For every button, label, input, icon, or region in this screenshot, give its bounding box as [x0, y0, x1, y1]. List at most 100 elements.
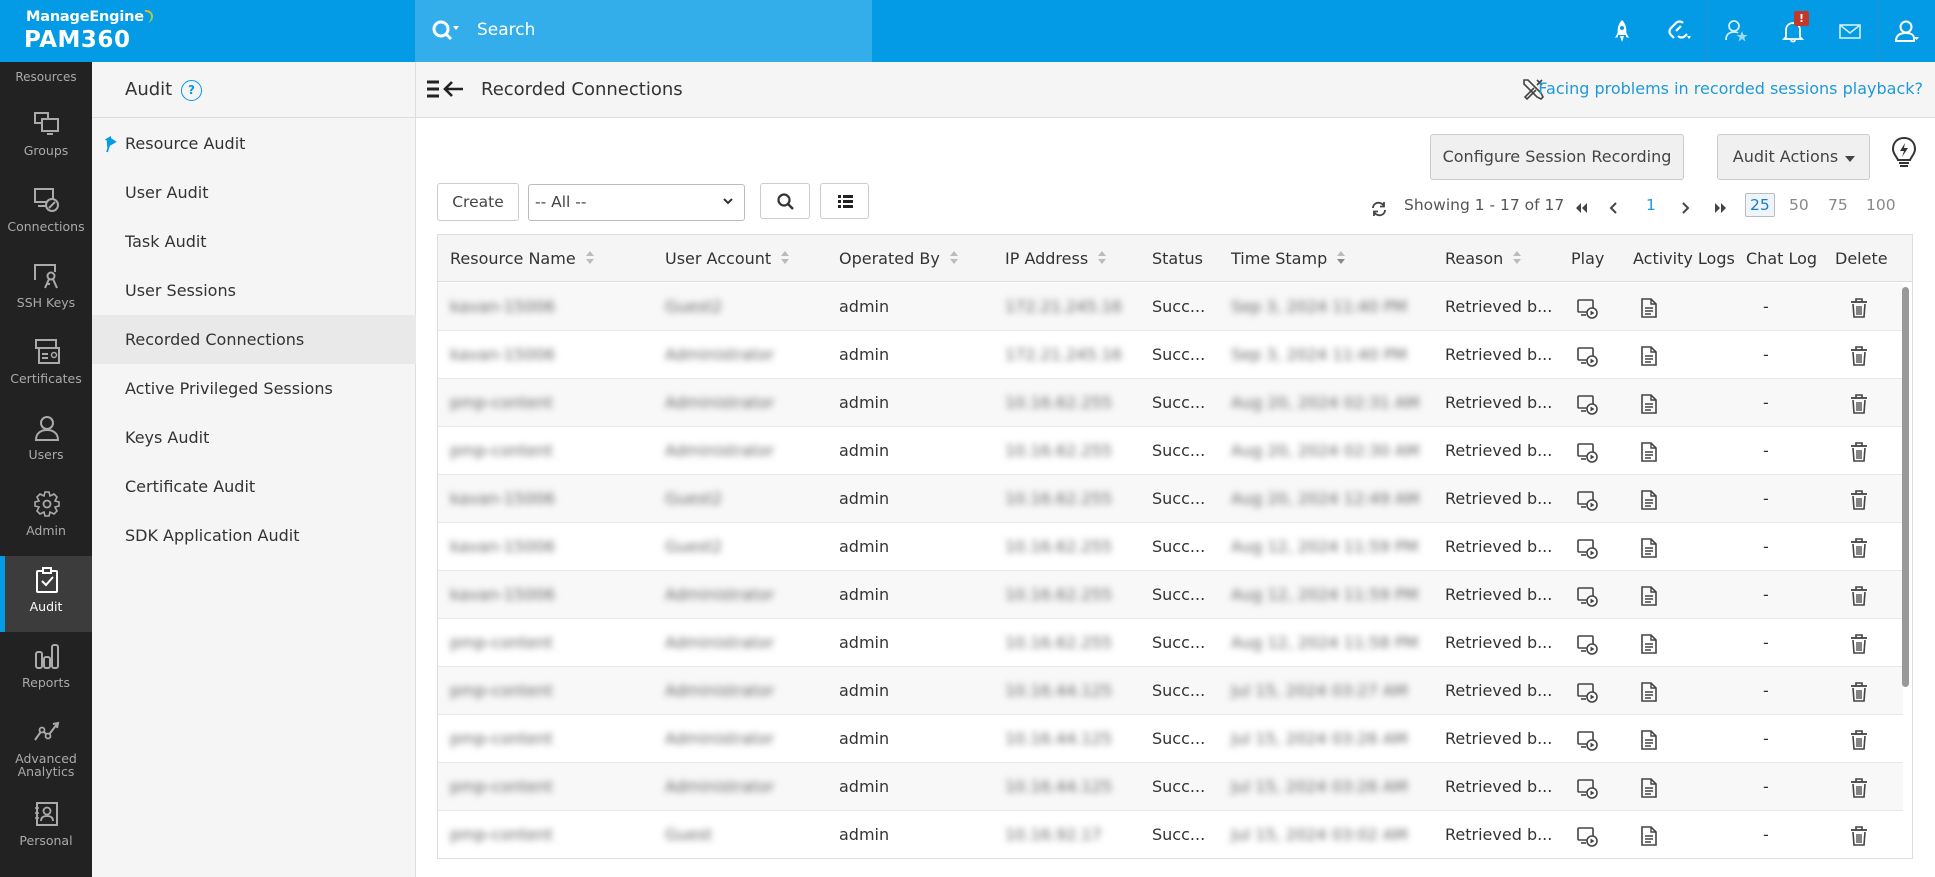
- favorites-button[interactable]: [1707, 0, 1764, 62]
- activity-log-icon[interactable]: [1638, 777, 1660, 799]
- subnav-item-recorded-connections[interactable]: Recorded Connections: [92, 315, 416, 364]
- activity-log-icon[interactable]: [1638, 585, 1660, 607]
- subnav-item-sdk-application-audit[interactable]: SDK Application Audit: [92, 511, 416, 560]
- delete-icon[interactable]: [1848, 777, 1870, 799]
- delete-icon[interactable]: [1848, 729, 1870, 751]
- search-icon[interactable]: [431, 18, 461, 44]
- play-recording-icon[interactable]: [1576, 825, 1598, 847]
- play-recording-icon[interactable]: [1576, 585, 1598, 607]
- play-recording-icon[interactable]: [1576, 633, 1598, 655]
- user-profile-button[interactable]: [1878, 0, 1935, 62]
- delete-icon[interactable]: [1848, 441, 1870, 463]
- cell-activity-logs[interactable]: [1638, 523, 1660, 570]
- cell-activity-logs[interactable]: [1638, 763, 1660, 810]
- cell-play[interactable]: [1576, 523, 1598, 570]
- collapse-sidebar-icon[interactable]: [425, 78, 467, 100]
- search-button[interactable]: [760, 183, 810, 219]
- page-size-25[interactable]: 25: [1745, 193, 1775, 217]
- play-recording-icon[interactable]: [1576, 297, 1598, 319]
- messages-button[interactable]: [1821, 0, 1878, 62]
- nav-item-groups[interactable]: Groups: [0, 100, 92, 176]
- cell-activity-logs[interactable]: [1638, 619, 1660, 666]
- delete-icon[interactable]: [1848, 393, 1870, 415]
- cell-delete[interactable]: [1848, 715, 1870, 762]
- subnav-item-task-audit[interactable]: Task Audit: [92, 217, 416, 266]
- delete-icon[interactable]: [1848, 681, 1870, 703]
- notifications-button[interactable]: !: [1764, 0, 1821, 62]
- table-row[interactable]: kavan-15006 Guest2 admin 172.21.245.16 Succ.…: [438, 283, 1903, 331]
- play-recording-icon[interactable]: [1576, 393, 1598, 415]
- play-recording-icon[interactable]: [1576, 441, 1598, 463]
- lightbulb-icon[interactable]: [1890, 136, 1918, 170]
- delete-icon[interactable]: [1848, 489, 1870, 511]
- cell-play[interactable]: [1576, 571, 1598, 618]
- page-size-100[interactable]: 100: [1866, 196, 1896, 214]
- cell-delete[interactable]: [1848, 763, 1870, 810]
- table-scrollbar[interactable]: [1902, 287, 1909, 687]
- nav-item-ssh-keys[interactable]: SSH Keys: [0, 252, 92, 328]
- activity-log-icon[interactable]: [1638, 393, 1660, 415]
- cell-activity-logs[interactable]: [1638, 283, 1660, 330]
- next-page-icon[interactable]: [1676, 199, 1694, 217]
- cell-play[interactable]: [1576, 427, 1598, 474]
- help-icon[interactable]: ?: [181, 80, 202, 101]
- prev-page-icon[interactable]: [1605, 199, 1623, 217]
- cell-delete[interactable]: [1848, 667, 1870, 714]
- play-recording-icon[interactable]: [1576, 681, 1598, 703]
- activity-log-icon[interactable]: [1638, 825, 1660, 847]
- subnav-item-certificate-audit[interactable]: Certificate Audit: [92, 462, 416, 511]
- current-page[interactable]: 1: [1646, 196, 1656, 214]
- pin-icon[interactable]: [104, 136, 119, 153]
- table-row[interactable]: pmp-content Administrator admin 10.16.44.12…: [438, 667, 1903, 715]
- column-header-operated-by[interactable]: Operated By: [839, 235, 958, 282]
- subnav-item-user-sessions[interactable]: User Sessions: [92, 266, 416, 315]
- activity-log-icon[interactable]: [1638, 633, 1660, 655]
- cell-delete[interactable]: [1848, 379, 1870, 426]
- table-row[interactable]: pmp-content Guest admin 10.16.92.17 Succ... J…: [438, 811, 1903, 858]
- cell-delete[interactable]: [1848, 475, 1870, 522]
- play-recording-icon[interactable]: [1576, 537, 1598, 559]
- activity-log-icon[interactable]: [1638, 441, 1660, 463]
- nav-item-resources[interactable]: Resources: [0, 70, 92, 84]
- nav-item-reports[interactable]: Reports: [0, 632, 92, 708]
- page-size-50[interactable]: 50: [1789, 196, 1809, 214]
- table-row[interactable]: kavan-15006 Administrator admin 10.16.62.25…: [438, 571, 1903, 619]
- cell-delete[interactable]: [1848, 619, 1870, 666]
- cell-activity-logs[interactable]: [1638, 427, 1660, 474]
- filter-select[interactable]: -- All --: [528, 184, 745, 221]
- table-row[interactable]: pmp-content Administrator admin 10.16.62.25…: [438, 427, 1903, 475]
- cell-activity-logs[interactable]: [1638, 379, 1660, 426]
- cell-delete[interactable]: [1848, 331, 1870, 378]
- first-page-icon[interactable]: [1572, 199, 1590, 217]
- nav-item-advanced-analytics[interactable]: Advanced Analytics: [0, 708, 92, 790]
- table-row[interactable]: kavan-15006 Administrator admin 172.21.245.…: [438, 331, 1903, 379]
- table-row[interactable]: pmp-content Administrator admin 10.16.62.25…: [438, 619, 1903, 667]
- play-recording-icon[interactable]: [1576, 729, 1598, 751]
- nav-item-audit[interactable]: Audit: [0, 556, 92, 632]
- cell-delete[interactable]: [1848, 283, 1870, 330]
- delete-icon[interactable]: [1848, 537, 1870, 559]
- subnav-item-resource-audit[interactable]: Resource Audit: [92, 119, 416, 168]
- cell-delete[interactable]: [1848, 523, 1870, 570]
- playback-help-link[interactable]: Facing problems in recorded sessions pla…: [1538, 79, 1923, 98]
- play-recording-icon[interactable]: [1576, 489, 1598, 511]
- table-row[interactable]: pmp-content Administrator admin 10.16.44.12…: [438, 763, 1903, 811]
- play-recording-icon[interactable]: [1576, 777, 1598, 799]
- column-header-user-account[interactable]: User Account: [665, 235, 790, 282]
- table-row[interactable]: pmp-content Administrator admin 10.16.44.12…: [438, 715, 1903, 763]
- search-input[interactable]: Search: [477, 20, 535, 40]
- cell-play[interactable]: [1576, 811, 1598, 858]
- global-search[interactable]: Search: [415, 0, 872, 62]
- cell-play[interactable]: [1576, 331, 1598, 378]
- cell-activity-logs[interactable]: [1638, 667, 1660, 714]
- subnav-item-keys-audit[interactable]: Keys Audit: [92, 413, 416, 462]
- cell-activity-logs[interactable]: [1638, 475, 1660, 522]
- activity-log-icon[interactable]: [1638, 537, 1660, 559]
- cell-activity-logs[interactable]: [1638, 811, 1660, 858]
- cell-activity-logs[interactable]: [1638, 571, 1660, 618]
- activity-log-icon[interactable]: [1638, 345, 1660, 367]
- activity-log-icon[interactable]: [1638, 729, 1660, 751]
- cell-activity-logs[interactable]: [1638, 331, 1660, 378]
- cell-delete[interactable]: [1848, 811, 1870, 858]
- column-header-resource-name[interactable]: Resource Name: [450, 235, 594, 282]
